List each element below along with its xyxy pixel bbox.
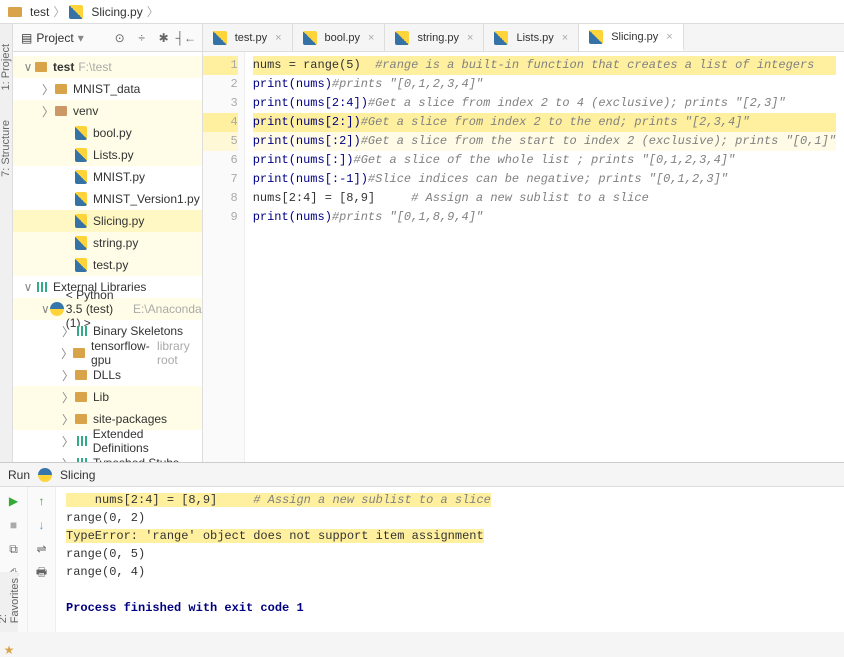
tree-lib[interactable]: 〉Lib: [13, 386, 202, 408]
project-header: ▤ Project ▾ ⊙ ÷ ✱ ┤←: [13, 24, 202, 52]
dock-tab-favorites[interactable]: 2: Favorites: [0, 578, 21, 623]
left-dock: 1: Project 7: Structure: [0, 24, 13, 462]
tree-mnist-v1[interactable]: MNIST_Version1.py: [13, 188, 202, 210]
tree-venv[interactable]: 〉venv: [13, 100, 202, 122]
gear-icon[interactable]: ✱: [156, 30, 172, 46]
tree-string[interactable]: string.py: [13, 232, 202, 254]
tree-bool[interactable]: bool.py: [13, 122, 202, 144]
dropdown-icon[interactable]: ▾: [78, 31, 84, 45]
chevron-right-icon: 〉: [147, 3, 159, 20]
tree-lists[interactable]: Lists.py: [13, 144, 202, 166]
run-tool-column-2: ↑ ↓ ⇌ 🖶: [28, 487, 56, 632]
tree-dlls[interactable]: 〉DLLs: [13, 364, 202, 386]
tab-test[interactable]: test.py×: [203, 24, 293, 51]
layout-icon[interactable]: ⧉: [6, 541, 22, 557]
close-icon[interactable]: ×: [467, 32, 473, 44]
close-icon[interactable]: ×: [275, 32, 281, 44]
stop-icon[interactable]: ■: [6, 517, 22, 533]
tree-mnist-py[interactable]: MNIST.py: [13, 166, 202, 188]
down-arrow-icon[interactable]: ↓: [34, 517, 50, 533]
tab-slicing[interactable]: Slicing.py×: [579, 24, 684, 51]
locate-icon[interactable]: ÷: [134, 30, 150, 46]
breadcrumb: test 〉 Slicing.py 〉: [0, 0, 844, 24]
python-icon: [38, 468, 52, 482]
python-file-icon: [213, 31, 227, 45]
dock-tab-structure[interactable]: 7: Structure: [0, 120, 12, 177]
python-file-icon: [395, 31, 409, 45]
editor-area: test.py× bool.py× string.py× Lists.py× S…: [203, 24, 844, 462]
tree-slicing[interactable]: Slicing.py: [13, 210, 202, 232]
project-tree: ∨testF:\test 〉MNIST_data 〉venv bool.py L…: [13, 52, 202, 462]
tab-string[interactable]: string.py×: [385, 24, 484, 51]
gutter: 123456789: [203, 52, 245, 462]
breadcrumb-root[interactable]: test: [30, 5, 49, 19]
tree-extended-defs[interactable]: 〉Extended Definitions: [13, 430, 202, 452]
collapse-icon[interactable]: ⊙: [112, 30, 128, 46]
wrap-icon[interactable]: ⇌: [34, 541, 50, 557]
run-header: Run Slicing: [0, 463, 844, 487]
run-panel: Run Slicing ▶ ■ ⧉ ⎙ ✕ ↑ ↓ ⇌ 🖶 nums[2:4] …: [0, 462, 844, 632]
project-icon: ▤: [21, 31, 32, 45]
code-editor[interactable]: 123456789 nums = range(5) #range is a bu…: [203, 52, 844, 462]
project-title: Project: [36, 31, 73, 45]
run-icon[interactable]: ▶: [6, 493, 22, 509]
tree-mnist-data[interactable]: 〉MNIST_data: [13, 78, 202, 100]
left-dock-bottom: 2: Favorites ★: [0, 572, 18, 632]
python-file-icon: [69, 5, 83, 19]
run-config: Slicing: [60, 468, 95, 482]
tree-test-py[interactable]: test.py: [13, 254, 202, 276]
python-file-icon: [494, 31, 508, 45]
python-file-icon: [303, 31, 317, 45]
tree-python35[interactable]: ∨< Python 3.5 (test) (1) >E:\Anaconda: [13, 298, 202, 320]
tab-lists[interactable]: Lists.py×: [484, 24, 579, 51]
tree-root-test[interactable]: ∨testF:\test: [13, 56, 202, 78]
dock-tab-project[interactable]: 1: Project: [0, 44, 12, 90]
python-file-icon: [589, 30, 603, 44]
chevron-right-icon: 〉: [53, 3, 65, 20]
folder-icon: [8, 7, 22, 17]
close-icon[interactable]: ×: [562, 32, 568, 44]
editor-tabs: test.py× bool.py× string.py× Lists.py× S…: [203, 24, 844, 52]
project-panel: ▤ Project ▾ ⊙ ÷ ✱ ┤← ∨testF:\test 〉MNIST…: [13, 24, 203, 462]
hide-icon[interactable]: ┤←: [178, 30, 194, 46]
print-icon[interactable]: 🖶: [34, 565, 50, 581]
run-title: Run: [8, 468, 30, 482]
star-icon[interactable]: ★: [4, 643, 15, 657]
console-output[interactable]: nums[2:4] = [8,9] # Assign a new sublist…: [56, 487, 844, 632]
up-arrow-icon[interactable]: ↑: [34, 493, 50, 509]
close-icon[interactable]: ×: [666, 31, 672, 43]
breadcrumb-file[interactable]: Slicing.py: [91, 5, 142, 19]
tree-tensorflow-gpu[interactable]: 〉tensorflow-gpulibrary root: [13, 342, 202, 364]
close-icon[interactable]: ×: [368, 32, 374, 44]
tab-bool[interactable]: bool.py×: [293, 24, 386, 51]
code-body[interactable]: nums = range(5) #range is a built-in fun…: [245, 52, 844, 462]
